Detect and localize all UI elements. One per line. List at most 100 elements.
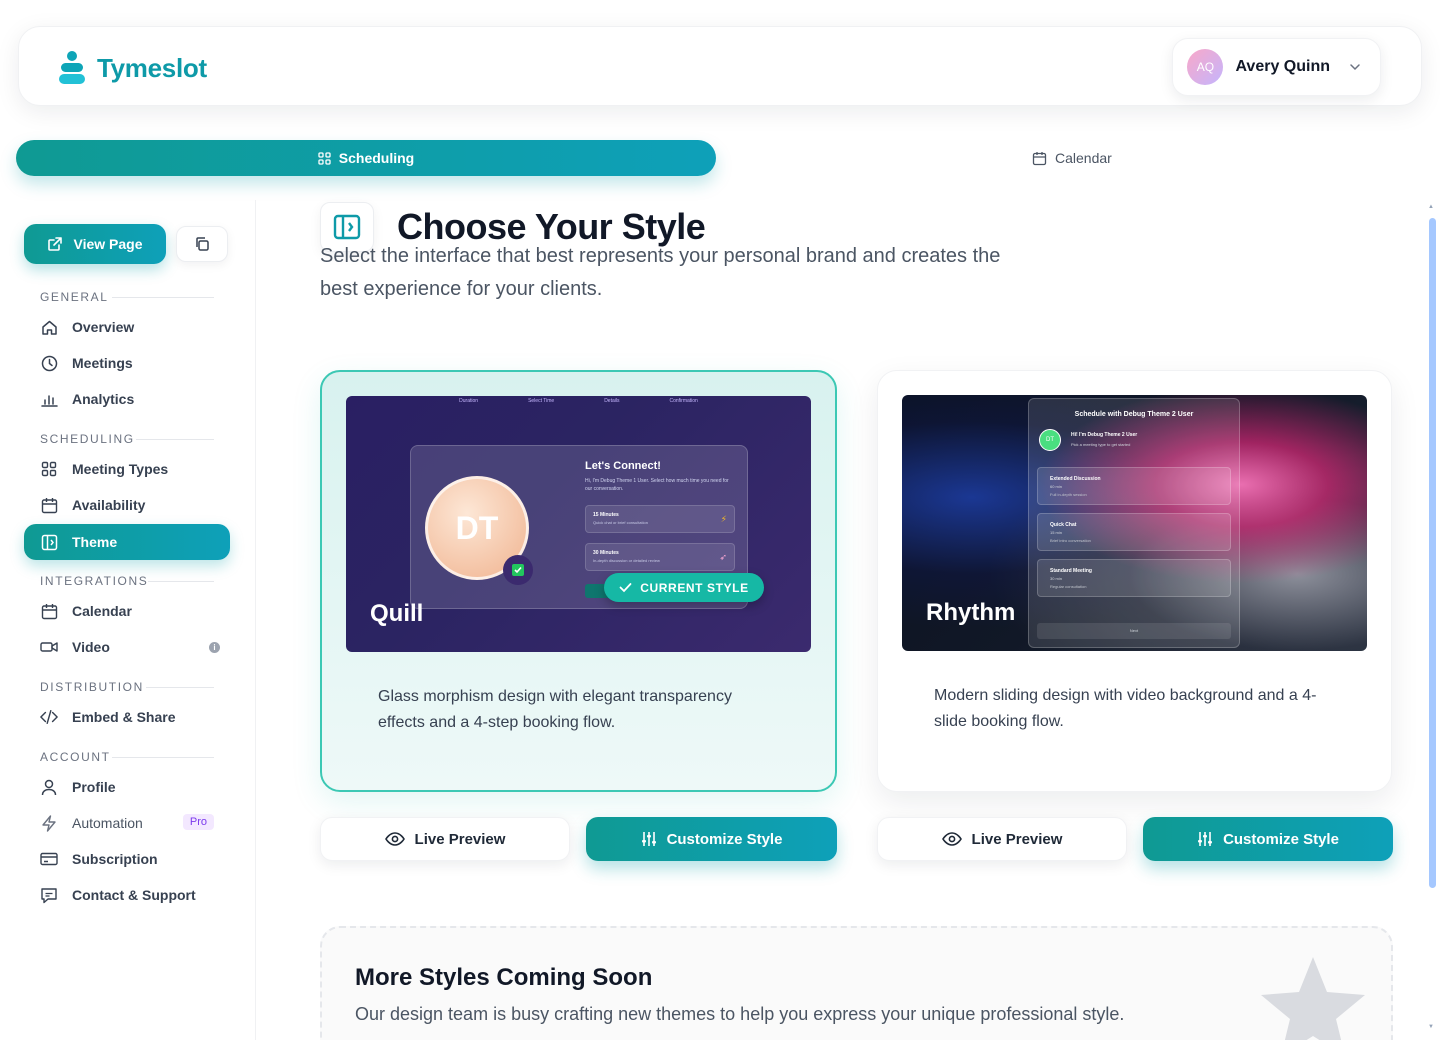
sidebar-item-label: Meetings: [72, 355, 133, 371]
check-icon: [619, 583, 632, 593]
preview-slot: Quick Chat 15 min Brief intro conversati…: [1037, 513, 1231, 551]
sidebar-item-analytics[interactable]: Analytics: [24, 381, 230, 417]
sidebar-item-meeting-types[interactable]: Meeting Types: [24, 451, 230, 487]
preview-slide-panel: Schedule with Debug Theme 2 User DT Hi! …: [1028, 398, 1240, 648]
calendar-icon: [40, 602, 58, 620]
top-header: Tymeslot AQ Avery Quinn: [18, 26, 1422, 106]
coming-soon-title: More Styles Coming Soon: [355, 964, 653, 991]
copy-icon: [196, 237, 209, 251]
calendar-icon: [40, 496, 58, 514]
video-icon: [40, 638, 58, 656]
section-title-scheduling: SCHEDULING: [40, 432, 135, 446]
sidebar-item-meetings[interactable]: Meetings: [24, 345, 230, 381]
theme-card-quill[interactable]: Duration Select Time Details Confirmatio…: [320, 370, 837, 792]
preview-slot: Extended Discussion 60 min Full in-depth…: [1037, 467, 1231, 505]
info-icon: i: [209, 642, 220, 653]
layout-icon: [40, 533, 58, 551]
home-icon: [40, 318, 58, 336]
sidebar-item-availability[interactable]: Availability: [24, 487, 230, 523]
section-title-account: ACCOUNT: [40, 750, 111, 764]
sidebar-item-label: Contact & Support: [72, 887, 196, 903]
sliders-icon: [641, 832, 656, 846]
sidebar: View Page GENERAL Overview Meetings Anal…: [0, 200, 256, 1040]
sidebar-item-label: Theme: [72, 534, 118, 550]
sidebar-item-label: Video: [72, 639, 110, 655]
copy-link-button[interactable]: [176, 226, 228, 262]
tab-label: Scheduling: [338, 150, 415, 166]
sidebar-item-label: Availability: [72, 497, 146, 513]
sidebar-item-label: Embed & Share: [72, 709, 176, 725]
theme-description: Modern sliding design with video backgro…: [934, 687, 1317, 730]
theme-description: Glass morphism design with elegant trans…: [378, 688, 732, 731]
eye-icon: [384, 832, 405, 846]
customize-style-button-quill[interactable]: Customize Style: [586, 817, 837, 861]
calendar-icon: [1032, 151, 1047, 165]
sidebar-item-embed-share[interactable]: Embed & Share: [24, 699, 230, 735]
credit-card-icon: [40, 850, 58, 868]
sidebar-item-label: Overview: [72, 319, 135, 335]
coming-soon-text: Our design team is busy crafting new the…: [355, 1004, 1125, 1024]
sidebar-item-automation[interactable]: Automation Pro: [24, 805, 230, 841]
sidebar-item-contact-support[interactable]: Contact & Support: [24, 877, 230, 913]
theme-preview-quill: Duration Select Time Details Confirmatio…: [346, 396, 811, 652]
tab-label: Calendar: [1055, 150, 1112, 166]
preview-slot: 15 Minutes Quick chat or brief consultat…: [585, 505, 735, 533]
section-title-general: GENERAL: [40, 290, 109, 304]
preview-steps: Duration Select Time Details Confirmatio…: [459, 398, 698, 404]
rocket-icon: ➶: [719, 552, 727, 562]
sidebar-item-label: Profile: [72, 779, 116, 795]
sidebar-item-label: Calendar: [72, 603, 132, 619]
logo-icon: [59, 51, 85, 85]
scroll-down-arrow[interactable]: ▼: [1428, 1024, 1434, 1030]
theme-name: Rhythm: [926, 599, 1016, 626]
theme-name: Quill: [370, 600, 424, 627]
layout-icon: [333, 214, 361, 240]
scroll-up-arrow[interactable]: ▲: [1428, 204, 1434, 210]
sidebar-item-calendar[interactable]: Calendar: [24, 593, 230, 629]
tab-calendar[interactable]: Calendar: [1032, 140, 1112, 176]
sidebar-item-label: Automation: [72, 815, 143, 831]
chat-icon: [40, 886, 58, 904]
tab-scheduling[interactable]: Scheduling: [16, 140, 716, 176]
preview-greeting: Hi! I'm Debug Theme 2 User: [1071, 432, 1138, 438]
section-divider: [112, 757, 214, 758]
preview-slot: 30 Minutes In-depth discussion or detail…: [585, 543, 735, 571]
live-preview-button-rhythm[interactable]: Live Preview: [877, 817, 1127, 861]
user-name: Avery Quinn: [1235, 58, 1330, 75]
sidebar-item-theme[interactable]: Theme: [24, 524, 230, 560]
grid-icon: [318, 151, 331, 165]
section-divider: [136, 439, 214, 440]
sidebar-item-profile[interactable]: Profile: [24, 769, 230, 805]
logo[interactable]: Tymeslot: [59, 51, 207, 85]
customize-style-button-rhythm[interactable]: Customize Style: [1143, 817, 1393, 861]
page-subtitle: Select the interface that best represent…: [320, 245, 1001, 300]
current-style-badge: CURRENT STYLE: [604, 573, 764, 602]
sidebar-item-label: Meeting Types: [72, 461, 169, 477]
section-divider: [112, 297, 214, 298]
view-page-button[interactable]: View Page: [24, 224, 166, 264]
grid-icon: [40, 460, 58, 478]
sidebar-item-subscription[interactable]: Subscription: [24, 841, 230, 877]
eye-icon: [941, 832, 962, 846]
check-badge-icon: [503, 555, 533, 585]
sidebar-item-video[interactable]: Video i: [24, 629, 230, 665]
preview-intro: Hi, I'm Debug Theme 1 User. Select how m…: [585, 478, 729, 492]
coming-soon-panel: More Styles Coming Soon Our design team …: [320, 926, 1393, 1040]
bar-chart-icon: [40, 390, 58, 408]
sidebar-item-label: Subscription: [72, 851, 158, 867]
avatar: AQ: [1187, 49, 1224, 85]
scrollbar-thumb[interactable]: [1429, 218, 1436, 888]
sidebar-item-overview[interactable]: Overview: [24, 309, 230, 345]
section-divider: [146, 687, 214, 688]
user-menu-button[interactable]: AQ Avery Quinn: [1172, 38, 1381, 96]
clock-icon: [40, 354, 58, 372]
preview-next-button: Next: [1037, 623, 1231, 639]
sliders-icon: [1198, 832, 1213, 846]
user-icon: [40, 778, 58, 796]
theme-card-rhythm[interactable]: Schedule with Debug Theme 2 User DT Hi! …: [877, 370, 1392, 792]
lightning-icon: [40, 814, 58, 832]
live-preview-button-quill[interactable]: Live Preview: [320, 817, 570, 861]
section-divider: [148, 581, 214, 582]
lightning-icon: ⚡: [720, 514, 727, 524]
preview-title: Schedule with Debug Theme 2 User: [1074, 411, 1194, 418]
